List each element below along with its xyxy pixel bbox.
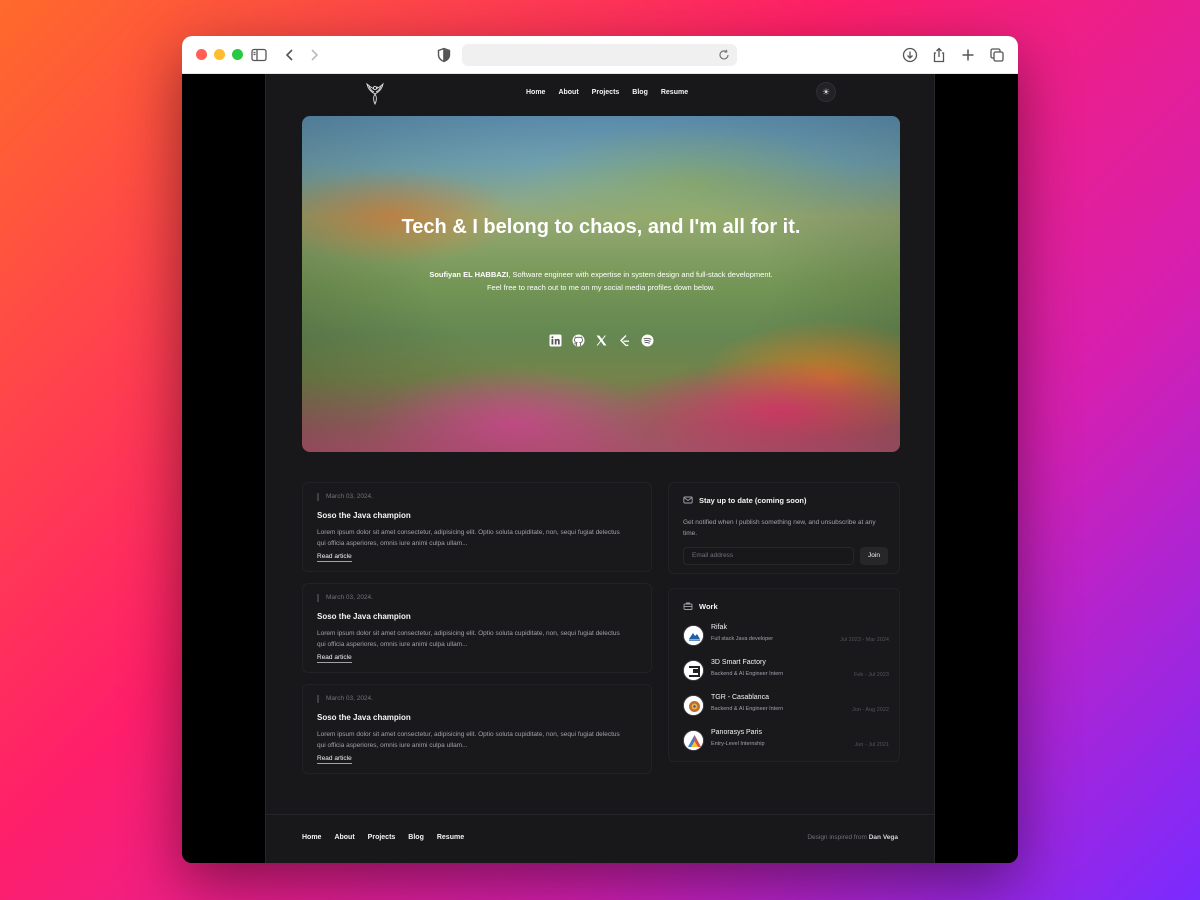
newsletter-title: Stay up to date (coming soon) — [699, 495, 807, 505]
job-role: Full stack Java developer — [711, 636, 774, 642]
hero-bio: Soufiyan EL HABBAZI, Software engineer w… — [302, 268, 900, 294]
hero-banner: Tech & I belong to chaos, and I'm all fo… — [302, 116, 900, 452]
spotify-icon[interactable] — [641, 334, 654, 347]
footer-links: Home About Projects Blog Resume — [302, 834, 464, 841]
nav-home[interactable]: Home — [526, 89, 545, 96]
rifak-logo-icon — [683, 625, 704, 646]
article-title[interactable]: Soso the Java champion — [317, 713, 411, 722]
tgr-logo-icon — [683, 695, 704, 716]
back-icon[interactable] — [281, 46, 299, 64]
join-button[interactable]: Join — [860, 547, 888, 565]
browser-toolbar — [182, 36, 1018, 74]
theme-toggle-button[interactable]: ☀ — [816, 82, 836, 102]
job-role: Backend & AI Engineer Intern — [711, 671, 784, 677]
github-icon[interactable] — [572, 334, 585, 347]
panorasys-logo-icon — [683, 730, 704, 751]
work-title: Work — [699, 601, 718, 611]
article-excerpt: Lorem ipsum dolor sit amet consectetur, … — [317, 731, 620, 749]
work-item: 3D Smart Factory Backend & AI Engineer I… — [683, 658, 889, 684]
bio-text: , Software engineer with expertise in sy… — [508, 270, 773, 279]
credit-prefix: Design inspired from — [807, 834, 869, 841]
sidebar-icon[interactable] — [250, 46, 268, 64]
job-dates: Jun - Jul 2021 — [854, 742, 889, 748]
nav-resume[interactable]: Resume — [661, 89, 688, 96]
footer-resume[interactable]: Resume — [437, 834, 464, 841]
linkedin-icon[interactable] — [549, 334, 562, 347]
job-dates: Jun - Aug 2022 — [851, 707, 889, 713]
sun-icon: ☀ — [821, 86, 831, 97]
job-role: Backend & AI Engineer Intern — [711, 706, 784, 712]
leetcode-icon[interactable] — [618, 334, 631, 347]
forward-icon[interactable] — [305, 46, 323, 64]
privacy-shield-icon[interactable] — [435, 46, 453, 64]
work-item: Panorasys Paris Entry-Level Internship J… — [683, 728, 889, 754]
newsletter-description: Get notified when I publish something ne… — [683, 519, 876, 537]
read-article-link[interactable]: Read article — [317, 755, 352, 764]
browser-viewport: Home About Projects Blog Resume ☀ Tech &… — [182, 74, 1018, 863]
article-title[interactable]: Soso the Java champion — [317, 511, 411, 520]
x-icon[interactable] — [595, 334, 608, 347]
browser-window: Home About Projects Blog Resume ☀ Tech &… — [182, 36, 1018, 863]
job-role: Entry-Level Internship — [711, 741, 765, 747]
job-dates: Jul 2023 - Mar 2024 — [840, 637, 889, 643]
newsletter-card: Stay up to date (coming soon) Get notifi… — [668, 482, 900, 574]
nav-about[interactable]: About — [558, 89, 578, 96]
company-name: 3D Smart Factory — [711, 659, 766, 666]
window-controls — [196, 49, 243, 60]
tabs-overview-icon[interactable] — [988, 46, 1006, 64]
work-card: Work Rifak Full stack Java developer Jul… — [668, 588, 900, 762]
job-dates: Feb - Jul 2023 — [853, 672, 889, 678]
article-date: March 03, 2024. — [317, 594, 373, 602]
article-date: March 03, 2024. — [317, 695, 373, 703]
email-input[interactable]: Email address — [683, 547, 854, 565]
download-icon[interactable] — [901, 46, 919, 64]
maximize-window-button[interactable] — [232, 49, 243, 60]
footer-home[interactable]: Home — [302, 834, 321, 841]
nav-blog[interactable]: Blog — [632, 89, 648, 96]
address-bar[interactable] — [462, 44, 737, 66]
read-article-link[interactable]: Read article — [317, 553, 352, 562]
nav-projects[interactable]: Projects — [592, 89, 620, 96]
footer: Home About Projects Blog Resume Design i… — [266, 814, 934, 863]
minimize-window-button[interactable] — [214, 49, 225, 60]
article-excerpt: Lorem ipsum dolor sit amet consectetur, … — [317, 630, 620, 648]
3d-smart-factory-logo-icon — [683, 660, 704, 681]
company-name: Rifak — [711, 624, 727, 631]
footer-about[interactable]: About — [334, 834, 354, 841]
company-name: Panorasys Paris — [711, 729, 762, 736]
page: Home About Projects Blog Resume ☀ Tech &… — [265, 74, 935, 863]
top-nav: Home About Projects Blog Resume ☀ — [266, 74, 934, 114]
mail-icon — [683, 495, 693, 505]
new-tab-icon[interactable] — [959, 46, 977, 64]
briefcase-icon — [683, 601, 693, 611]
footer-projects[interactable]: Projects — [368, 834, 396, 841]
hero-title: Tech & I belong to chaos, and I'm all fo… — [401, 216, 801, 238]
nav-links: Home About Projects Blog Resume — [526, 89, 688, 96]
bio-text-line2: Feel free to reach out to me on my socia… — [486, 283, 716, 292]
credit-link[interactable]: Dan Vega — [869, 834, 898, 841]
author-name: Soufiyan EL HABBAZI — [429, 270, 509, 279]
work-header: Work — [683, 601, 718, 611]
newsletter-header: Stay up to date (coming soon) — [683, 495, 807, 505]
article-card[interactable]: March 03, 2024. Soso the Java champion L… — [302, 482, 652, 572]
article-card[interactable]: March 03, 2024. Soso the Java champion L… — [302, 583, 652, 673]
article-excerpt: Lorem ipsum dolor sit amet consectetur, … — [317, 529, 620, 547]
article-card[interactable]: March 03, 2024. Soso the Java champion L… — [302, 684, 652, 774]
close-window-button[interactable] — [196, 49, 207, 60]
phoenix-logo-icon[interactable] — [364, 82, 386, 106]
work-item: TGR - Casablanca Backend & AI Engineer I… — [683, 693, 889, 719]
share-icon[interactable] — [930, 46, 948, 64]
article-title[interactable]: Soso the Java champion — [317, 612, 411, 621]
footer-blog[interactable]: Blog — [408, 834, 424, 841]
work-item: Rifak Full stack Java developer Jul 2023… — [683, 623, 889, 649]
read-article-link[interactable]: Read article — [317, 654, 352, 663]
design-credit: Design inspired from Dan Vega — [807, 834, 898, 841]
social-links — [302, 334, 900, 347]
company-name: TGR - Casablanca — [711, 694, 769, 701]
article-date: March 03, 2024. — [317, 493, 373, 501]
reload-icon[interactable] — [717, 48, 731, 62]
